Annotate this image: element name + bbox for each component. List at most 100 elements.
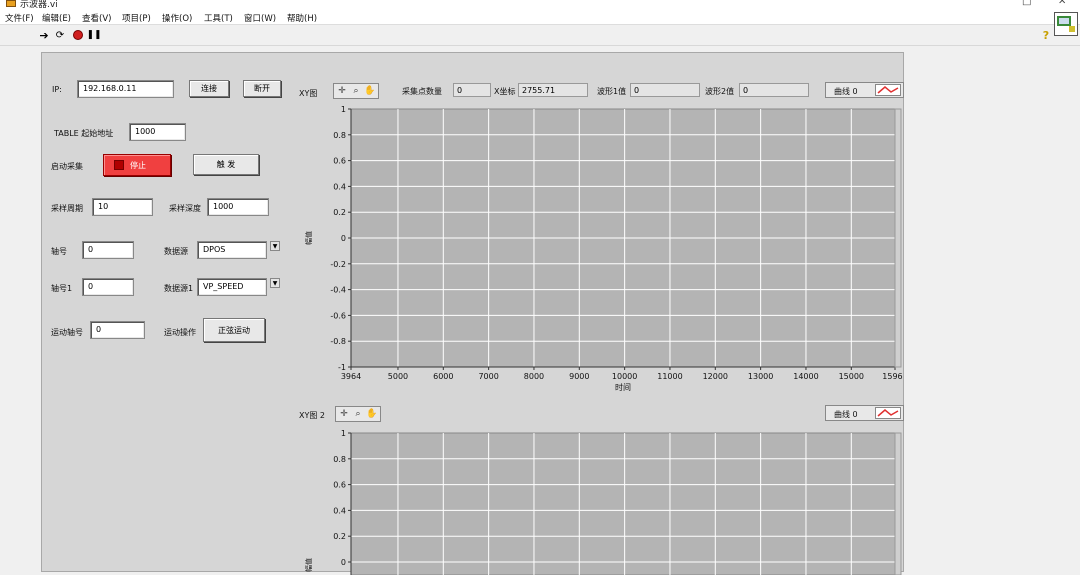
y-tick-label: -1 — [338, 363, 346, 372]
app-icon — [6, 0, 16, 7]
graph2-title: XY图 2 — [299, 411, 325, 420]
wave2-label: 波形2值 — [705, 87, 735, 96]
pan-hand-icon[interactable]: ✋ — [366, 408, 378, 420]
data-source1-select[interactable]: VP_SPEED — [197, 278, 267, 296]
data-source-dropdown-icon[interactable]: ▼ — [270, 241, 280, 251]
point-count-label: 采集点数量 — [402, 87, 442, 96]
cursor-crosshair-icon[interactable]: ✛ — [338, 408, 350, 420]
menu-window[interactable]: 窗口(W) — [244, 12, 276, 24]
ip-label: IP: — [52, 85, 62, 94]
vi-icon-graphic — [1057, 16, 1075, 32]
maximize-icon[interactable]: □ — [1022, 0, 1031, 7]
graph1-legend[interactable]: 曲线 0 — [825, 82, 904, 98]
motion-axis-label: 运动轴号 — [51, 328, 83, 337]
x-tick-label: 7000 — [478, 372, 498, 381]
x-tick-label: 8000 — [524, 372, 544, 381]
plot-right-edge — [894, 432, 902, 575]
stop-indicator-icon — [114, 160, 124, 170]
axis-input[interactable]: 0 — [82, 241, 134, 259]
ip-input[interactable]: 192.168.0.11 — [77, 80, 174, 98]
menu-operate[interactable]: 操作(O) — [162, 12, 192, 24]
sample-period-input[interactable]: 10 — [92, 198, 153, 216]
x-tick-label: 15000 — [839, 372, 864, 381]
sample-depth-input[interactable]: 1000 — [207, 198, 269, 216]
wave1-label: 波形1值 — [597, 87, 627, 96]
data-source1-label: 数据源1 — [164, 284, 194, 293]
table-address-input[interactable]: 1000 — [129, 123, 186, 141]
sine-motion-button[interactable]: 正弦运动 — [203, 318, 265, 342]
graph1-title: XY图 — [299, 89, 318, 98]
zoom-icon[interactable]: ⌕ — [352, 408, 364, 420]
disconnect-button[interactable]: 断开 — [243, 80, 281, 97]
graph2-legend[interactable]: 曲线 0 — [825, 405, 904, 421]
y-tick-label: -0.8 — [330, 337, 346, 346]
graph2-plot[interactable]: 1 0.8 0.6 0.4 0.2 0 幅值 — [295, 425, 903, 575]
axis1-input[interactable]: 0 — [82, 278, 134, 296]
menu-help[interactable]: 帮助(H) — [287, 12, 317, 24]
y-tick-label: 0.4 — [333, 506, 346, 515]
stop-button[interactable]: 停止 — [103, 154, 171, 176]
x-coordinate-value: 2755.71 — [518, 83, 588, 97]
graph2-legend-label: 曲线 0 — [834, 410, 858, 419]
plot-right-edge — [894, 108, 902, 368]
x-tick-label: 9000 — [569, 372, 589, 381]
start-acquisition-label: 启动采集 — [51, 162, 83, 171]
legend-line-icon — [877, 409, 899, 417]
sample-depth-label: 采样深度 — [169, 204, 201, 213]
legend-line-icon — [877, 86, 899, 94]
help-icon[interactable]: ? — [1040, 29, 1052, 42]
x-tick-label: 15964 — [882, 372, 903, 381]
cursor-crosshair-icon[interactable]: ✛ — [336, 85, 348, 97]
close-icon[interactable]: ✕ — [1058, 0, 1066, 7]
front-panel: IP: 192.168.0.11 连接 断开 TABLE 起始地址 1000 启… — [41, 52, 904, 575]
menu-tools[interactable]: 工具(T) — [204, 12, 233, 24]
x-axis-label: 时间 — [615, 382, 631, 392]
plot-background — [350, 432, 896, 575]
pause-icon[interactable]: ❚❚ — [86, 29, 101, 41]
x-tick-label: 12000 — [703, 372, 728, 381]
graph2-toolbar: ✛ ⌕ ✋ — [335, 406, 381, 422]
x-coordinate-label: X坐标 — [494, 87, 516, 96]
menu-project[interactable]: 项目(P) — [122, 12, 151, 24]
y-tick-label: 1 — [341, 105, 346, 114]
motion-axis-input[interactable]: 0 — [90, 321, 145, 339]
graph1-toolbar: ✛ ⌕ ✋ — [333, 83, 379, 99]
menu-view[interactable]: 查看(V) — [82, 12, 111, 24]
title-bar: 示波器.vi □ ✕ — [0, 0, 1080, 9]
graph1-legend-swatch[interactable] — [875, 84, 901, 96]
data-source-select[interactable]: DPOS — [197, 241, 267, 259]
y-tick-label: 0.8 — [333, 131, 346, 140]
trigger-button[interactable]: 触 发 — [193, 154, 259, 175]
y-tick-label: -0.6 — [330, 311, 346, 320]
wave1-value: 0 — [630, 83, 700, 97]
run-arrow-icon[interactable]: ➔ — [38, 29, 50, 42]
table-address-label: TABLE 起始地址 — [54, 129, 114, 138]
point-count-value: 0 — [453, 83, 491, 97]
data-source1-dropdown-icon[interactable]: ▼ — [270, 278, 280, 288]
stop-button-label: 停止 — [130, 160, 146, 170]
menu-bar: 文件(F) 编辑(E) 查看(V) 项目(P) 操作(O) 工具(T) 窗口(W… — [0, 9, 1080, 25]
y-tick-label: 0.2 — [333, 208, 346, 217]
axis-label: 轴号 — [51, 247, 67, 256]
x-tick-label: 5000 — [388, 372, 408, 381]
zoom-icon[interactable]: ⌕ — [350, 85, 362, 97]
x-tick-label: 6000 — [433, 372, 453, 381]
pan-hand-icon[interactable]: ✋ — [364, 85, 376, 97]
y-axis-label: 幅值 — [304, 558, 313, 572]
menu-file[interactable]: 文件(F) — [5, 12, 34, 24]
y-tick-label: 0 — [341, 234, 346, 243]
run-continuously-icon[interactable]: ⟳ — [54, 29, 66, 41]
y-tick-label: 1 — [341, 429, 346, 438]
graph1-plot[interactable]: 1 0.8 0.6 0.4 0.2 0 -0.2 -0.4 -0.6 -0.8 -13964 5000… — [295, 101, 903, 401]
connect-button[interactable]: 连接 — [189, 80, 229, 97]
data-source-label: 数据源 — [164, 247, 188, 256]
graph2-legend-swatch[interactable] — [875, 407, 901, 419]
abort-icon[interactable] — [72, 29, 84, 41]
y-axis-label: 幅值 — [304, 231, 313, 245]
x-tick-label: 13000 — [748, 372, 773, 381]
y-tick-label: -0.4 — [330, 286, 346, 295]
y-tick-label: 0.8 — [333, 455, 346, 464]
menu-edit[interactable]: 编辑(E) — [42, 12, 71, 24]
y-tick-label: 0.6 — [333, 157, 346, 166]
y-tick-label: 0.2 — [333, 532, 346, 541]
